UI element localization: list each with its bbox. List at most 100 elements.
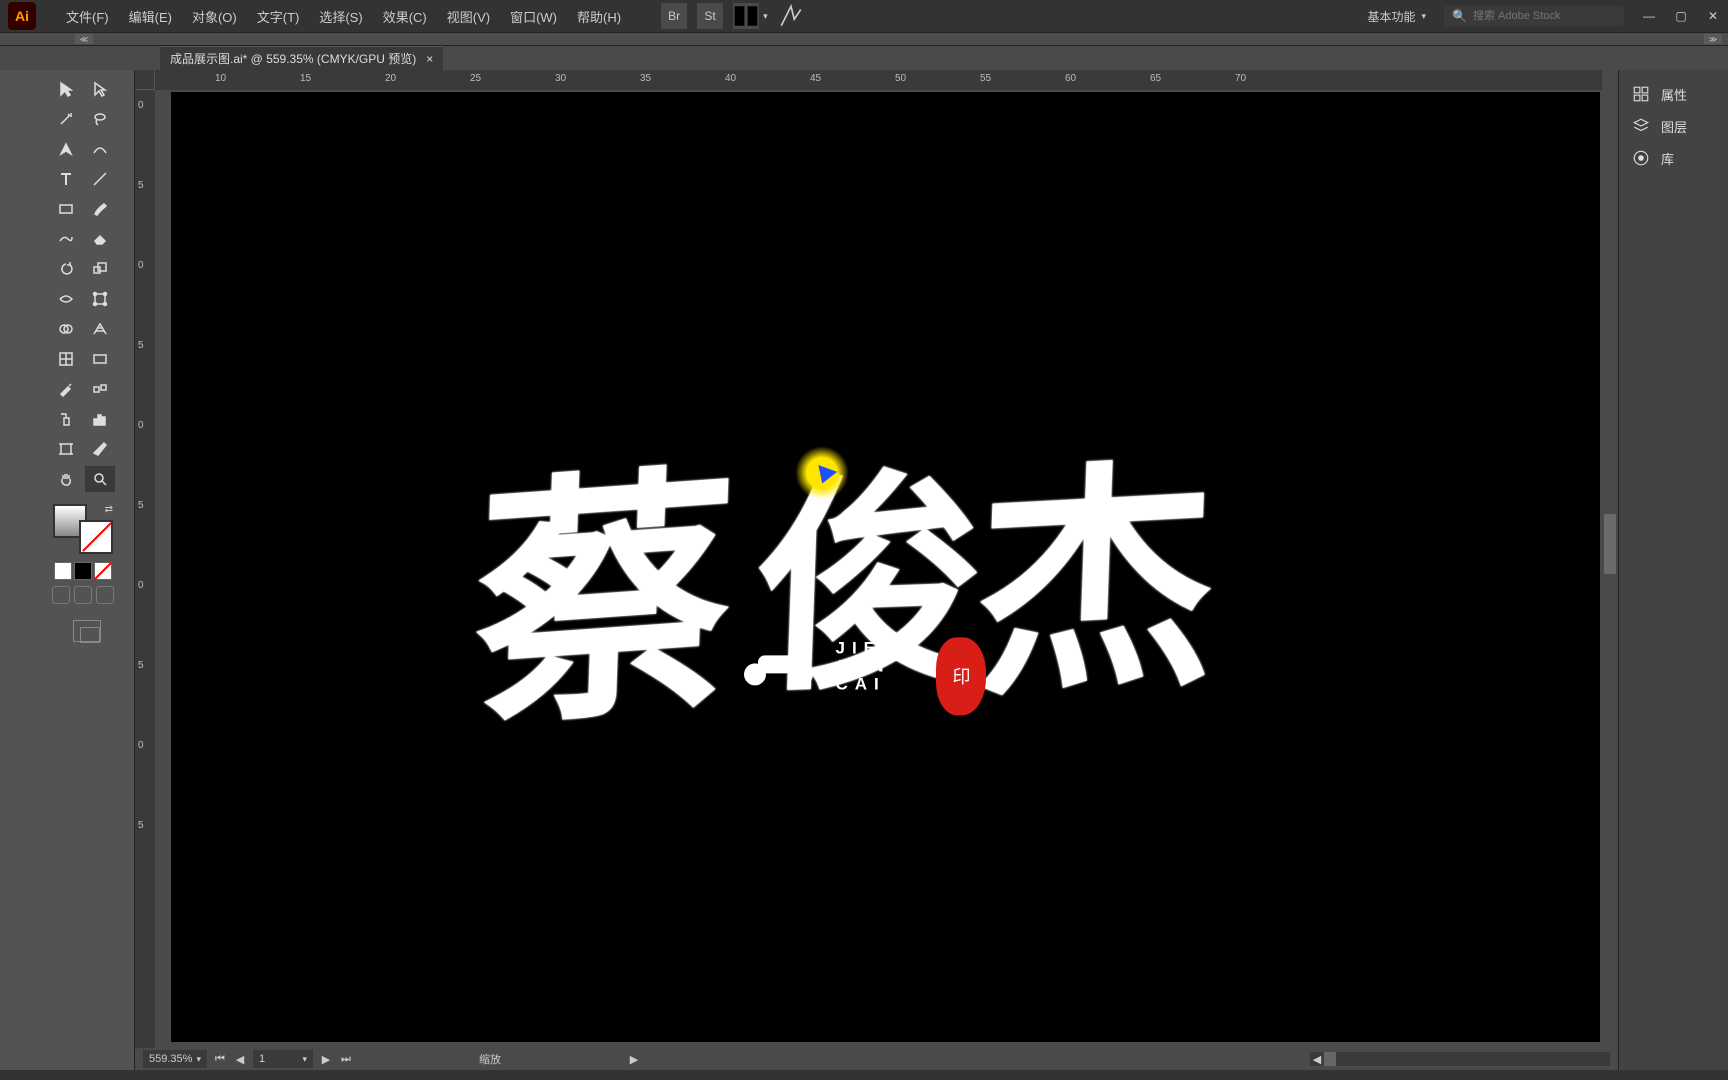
scrollbar-thumb[interactable] — [1324, 1052, 1336, 1066]
seal-stamp: 印 — [936, 637, 986, 715]
ruler-tick: 10 — [215, 73, 226, 84]
left-collapse-toggle[interactable]: ≪ — [75, 34, 93, 44]
last-artboard-button[interactable]: ⏭ — [339, 1052, 353, 1066]
menu-window[interactable]: 窗口(W) — [500, 1, 567, 32]
rotate-tool[interactable] — [51, 256, 81, 282]
document-close-icon[interactable]: × — [426, 52, 433, 66]
gpu-icon[interactable] — [778, 3, 804, 29]
panel-properties[interactable]: 属性 — [1619, 78, 1728, 110]
width-tool[interactable] — [51, 286, 81, 312]
symbol-sprayer-tool[interactable] — [51, 406, 81, 432]
menu-file[interactable]: 文件(F) — [56, 1, 119, 32]
search-icon: 🔍 — [1452, 9, 1467, 23]
zoom-field[interactable]: 559.35% ▾ — [143, 1050, 207, 1068]
status-menu-icon[interactable]: ▶ — [627, 1052, 641, 1066]
arrange-chevron-icon[interactable]: ▾ — [763, 11, 768, 22]
artboard[interactable]: 蔡 俊 杰 JIE JUN CAI 印 — [171, 92, 1600, 1042]
hand-tool[interactable] — [51, 466, 81, 492]
stock-search[interactable]: 🔍 — [1444, 6, 1624, 26]
ruler-origin[interactable] — [135, 70, 155, 90]
magic-wand-tool[interactable] — [51, 106, 81, 132]
zoom-value: 559.35% — [149, 1053, 192, 1065]
workspace-label: 基本功能 — [1367, 8, 1415, 25]
close-button[interactable]: ✕ — [1706, 9, 1720, 23]
prev-artboard-button[interactable]: ◀ — [233, 1052, 247, 1066]
free-transform-tool[interactable] — [85, 286, 115, 312]
artboard-number-field[interactable]: 1 ▾ — [253, 1050, 313, 1068]
menu-help[interactable]: 帮助(H) — [567, 1, 631, 32]
cursor-icon — [815, 468, 845, 498]
main-area: ⇄ 10 15 20 25 30 35 40 45 50 55 60 6 — [0, 70, 1728, 1070]
bridge-icon[interactable]: Br — [661, 3, 687, 29]
ruler-tick: 40 — [725, 73, 736, 84]
menu-type[interactable]: 文字(T) — [247, 1, 310, 32]
window-controls: — ▢ ✕ — [1642, 9, 1720, 23]
menu-edit[interactable]: 编辑(E) — [119, 1, 182, 32]
ruler-tick: 55 — [980, 73, 991, 84]
rectangle-tool[interactable] — [51, 196, 81, 222]
pen-tool[interactable] — [51, 136, 81, 162]
chevron-down-icon: ▾ — [1421, 11, 1426, 22]
ruler-tick: 45 — [810, 73, 821, 84]
panel-libraries[interactable]: 库 — [1619, 142, 1728, 174]
workspace-switcher[interactable]: 基本功能 ▾ — [1367, 8, 1426, 25]
eraser-tool[interactable] — [85, 226, 115, 252]
fill-stroke-proxy[interactable]: ⇄ — [53, 504, 113, 554]
curvature-tool[interactable] — [85, 136, 115, 162]
next-artboard-button[interactable]: ▶ — [319, 1052, 333, 1066]
direct-selection-tool[interactable] — [85, 76, 115, 102]
menu-view[interactable]: 视图(V) — [437, 1, 500, 32]
draw-normal[interactable] — [52, 586, 70, 604]
scrollbar-vertical[interactable] — [1602, 158, 1618, 1048]
menu-effect[interactable]: 效果(C) — [373, 1, 437, 32]
right-collapse-toggle[interactable]: ≫ — [1704, 34, 1722, 44]
canvas-area: 10 15 20 25 30 35 40 45 50 55 60 65 70 0… — [135, 70, 1618, 1070]
column-graph-tool[interactable] — [85, 406, 115, 432]
pinyin-block: JIE JUN CAI — [836, 640, 891, 694]
menu-object[interactable]: 对象(O) — [182, 1, 247, 32]
paintbrush-tool[interactable] — [85, 196, 115, 222]
color-mode-none[interactable] — [94, 562, 112, 580]
zoom-tool[interactable] — [85, 466, 115, 492]
color-mode-row — [54, 562, 112, 580]
shape-builder-tool[interactable] — [51, 316, 81, 342]
search-input[interactable] — [1473, 10, 1613, 22]
stroke-swatch[interactable] — [79, 520, 113, 554]
lasso-tool[interactable] — [85, 106, 115, 132]
selection-tool[interactable] — [51, 76, 81, 102]
minimize-button[interactable]: — — [1642, 9, 1656, 23]
shaper-tool[interactable] — [51, 226, 81, 252]
arrange-docs-icon[interactable] — [733, 3, 759, 29]
ruler-horizontal[interactable]: 10 15 20 25 30 35 40 45 50 55 60 65 70 — [155, 70, 1602, 90]
draw-behind[interactable] — [74, 586, 92, 604]
status-bar: 559.35% ▾ ⏮ ◀ 1 ▾ ▶ ⏭ 缩放 ▶ ◀ — [135, 1048, 1618, 1070]
color-mode-gradient[interactable] — [74, 562, 92, 580]
draw-inside[interactable] — [96, 586, 114, 604]
first-artboard-button[interactable]: ⏮ — [213, 1052, 227, 1066]
gradient-tool[interactable] — [85, 346, 115, 372]
perspective-grid-tool[interactable] — [85, 316, 115, 342]
slice-tool[interactable] — [85, 436, 115, 462]
scale-tool[interactable] — [85, 256, 115, 282]
document-tab[interactable]: 成品展示图.ai* @ 559.35% (CMYK/GPU 预览) × — [160, 46, 443, 70]
stock-icon[interactable]: St — [697, 3, 723, 29]
type-tool[interactable] — [51, 166, 81, 192]
color-mode-solid[interactable] — [54, 562, 72, 580]
scrollbar-thumb[interactable] — [1604, 514, 1616, 574]
ruler-tick: 0 — [138, 740, 144, 751]
blend-tool[interactable] — [85, 376, 115, 402]
document-tabbar: 成品展示图.ai* @ 559.35% (CMYK/GPU 预览) × — [0, 46, 1728, 70]
line-tool[interactable] — [85, 166, 115, 192]
panel-layers[interactable]: 图层 — [1619, 110, 1728, 142]
scroll-left-icon[interactable]: ◀ — [1310, 1052, 1324, 1066]
menu-select[interactable]: 选择(S) — [309, 1, 372, 32]
maximize-button[interactable]: ▢ — [1674, 9, 1688, 23]
eyedropper-tool[interactable] — [51, 376, 81, 402]
scrollbar-horizontal[interactable]: ◀ — [1310, 1052, 1610, 1066]
mesh-tool[interactable] — [51, 346, 81, 372]
swap-fill-stroke-icon[interactable]: ⇄ — [105, 504, 113, 515]
ruler-vertical[interactable]: 0 5 0 5 0 5 0 5 0 5 — [135, 90, 155, 1050]
artboard-tool[interactable] — [51, 436, 81, 462]
screen-mode-toggle[interactable] — [73, 620, 101, 642]
panel-label: 库 — [1661, 149, 1674, 168]
